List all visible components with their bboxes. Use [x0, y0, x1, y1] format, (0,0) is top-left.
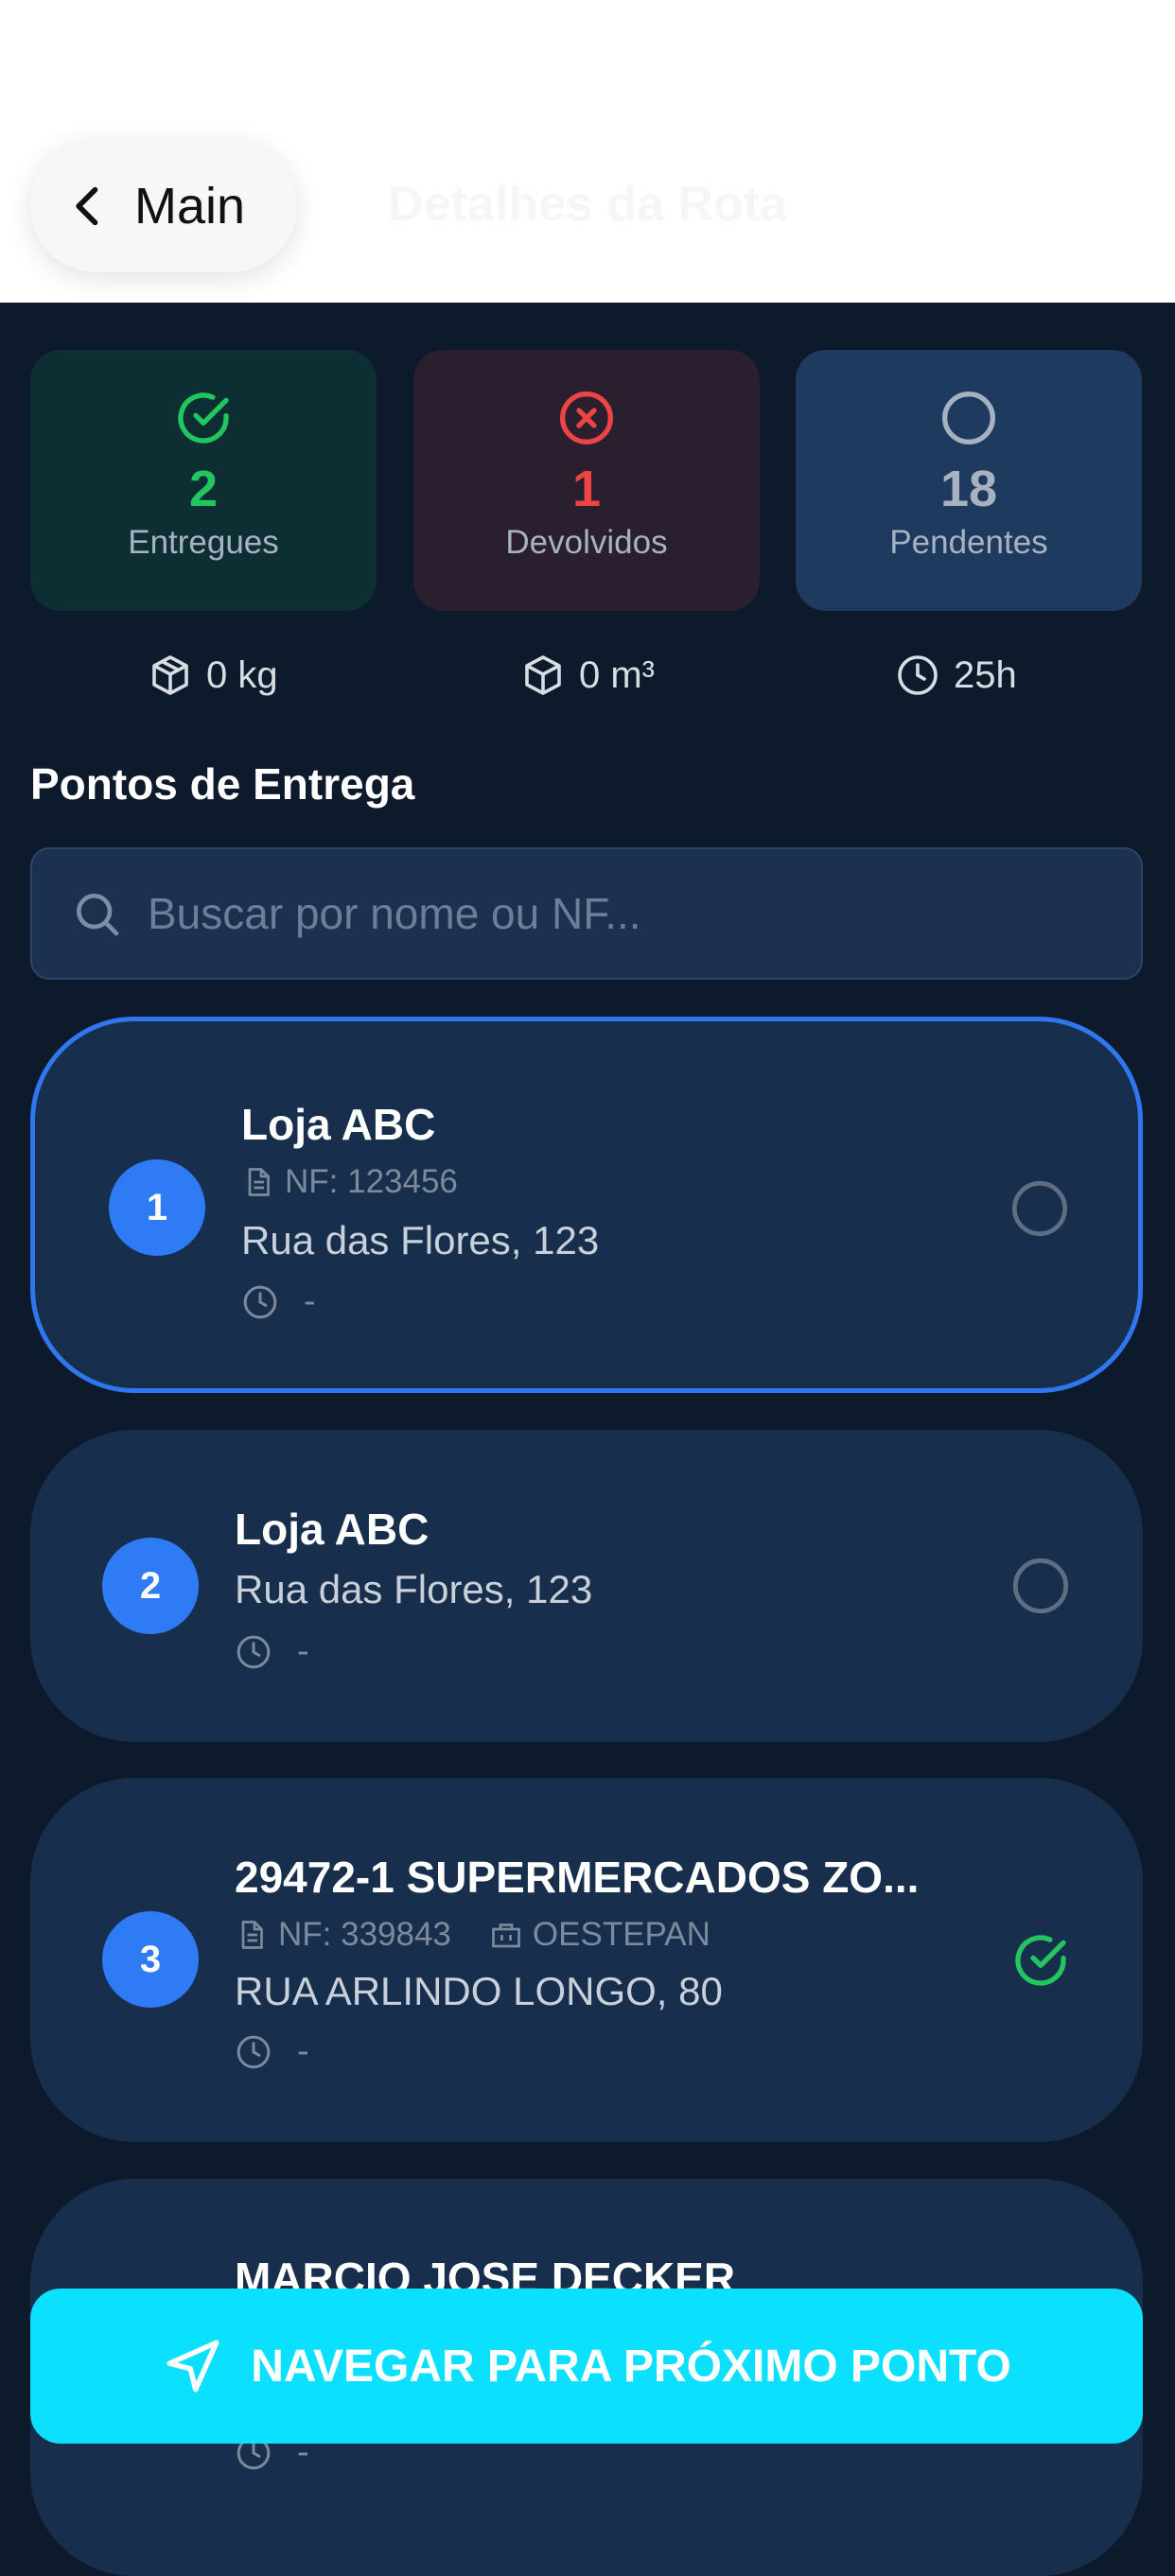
check-circle-icon: [178, 392, 229, 444]
clock-icon: [898, 655, 938, 695]
stop-nf: NF: 123456: [241, 1163, 458, 1201]
box-icon: [152, 655, 188, 695]
navigate-next-label: NAVEGAR PARA PRÓXIMO PONTO: [251, 2341, 1011, 2392]
metric-duration: 25h: [895, 653, 1017, 698]
stop-number-badge: 1: [109, 1159, 205, 1256]
stat-card-pending: 18 Pendentes: [796, 350, 1142, 611]
stat-value-returned: 1: [571, 461, 602, 517]
stop-nf-text: NF: 339843: [278, 1916, 451, 1953]
stop-time-text: -: [304, 1281, 316, 1321]
stop-address: Rua das Flores, 123: [241, 1218, 600, 1262]
stat-label-pending: Pendentes: [889, 524, 1048, 561]
stat-label-delivered: Entregues: [128, 524, 279, 561]
stop-meta: NF: 339843 OESTEPAN: [235, 1916, 710, 1954]
stop-time: -: [235, 2031, 309, 2072]
back-button-label: Main: [134, 178, 246, 235]
stop-card-2[interactable]: 2 Loja ABC Rua das Flores, 123 -: [30, 1430, 1143, 1742]
stop-card-3[interactable]: 3 29472-1 SUPERMERCADOS ZO... NF: 339843…: [30, 1778, 1143, 2142]
stat-label-returned: Devolvidos: [505, 524, 668, 561]
stat-card-returned: 1 Devolvidos: [413, 350, 760, 611]
pending-circle-icon[interactable]: [1009, 1178, 1070, 1239]
stop-address: RUA ARLINDO LONGO, 80: [235, 1969, 723, 2013]
stop-name: 29472-1 SUPERMERCADOS ZO...: [235, 1853, 920, 1902]
metric-weight: 0 kg: [148, 653, 278, 698]
chevron-left-icon: [76, 186, 98, 226]
stop-time-text: -: [297, 2031, 309, 2071]
clock-icon: [243, 1285, 277, 1318]
metric-weight-value: 0 kg: [206, 653, 278, 696]
pending-circle-icon[interactable]: [1010, 1556, 1071, 1616]
search-input[interactable]: [146, 887, 1096, 940]
stop-address: Rua das Flores, 123: [235, 1567, 593, 1611]
stop-card-1[interactable]: 1 Loja ABC NF: 123456 Rua das Flores, 12…: [30, 1017, 1143, 1393]
building-icon: [492, 1923, 520, 1948]
check-circle-icon[interactable]: [1010, 1930, 1071, 1991]
stop-company-text: OESTEPAN: [532, 1916, 710, 1953]
circle-icon: [942, 392, 995, 444]
header: Detalhes da Rota Main: [0, 0, 1175, 303]
stat-value-pending: 18: [939, 461, 998, 517]
stop-nf-text: NF: 123456: [285, 1163, 458, 1200]
document-icon: [241, 1921, 263, 1949]
stop-time-text: -: [297, 1631, 309, 1671]
search-bar[interactable]: [30, 847, 1143, 980]
cube-icon: [525, 655, 561, 695]
navigate-next-button[interactable]: NAVEGAR PARA PRÓXIMO PONTO: [30, 2289, 1143, 2444]
back-button[interactable]: Main: [30, 140, 297, 272]
clock-icon: [237, 1635, 271, 1668]
clock-icon: [237, 2035, 271, 2068]
stop-time: -: [241, 1281, 316, 1322]
search-icon: [77, 894, 119, 936]
x-circle-icon: [560, 392, 613, 444]
metric-volume-value: 0 m³: [579, 653, 655, 696]
metric-volume: 0 m³: [520, 653, 655, 698]
stop-number-badge: 3: [102, 1911, 199, 2008]
metric-duration-value: 25h: [954, 653, 1017, 696]
section-title: Pontos de Entrega: [30, 759, 415, 809]
document-icon: [248, 1168, 270, 1196]
stop-name: Loja ABC: [235, 1505, 430, 1554]
stat-card-delivered: 2 Entregues: [30, 350, 377, 611]
stop-number-badge: 2: [102, 1538, 199, 1634]
navigation-arrow-icon: [167, 2340, 219, 2393]
stop-time: -: [235, 1631, 309, 1672]
stop-name: Loja ABC: [241, 1100, 436, 1149]
stat-value-delivered: 2: [188, 461, 219, 517]
